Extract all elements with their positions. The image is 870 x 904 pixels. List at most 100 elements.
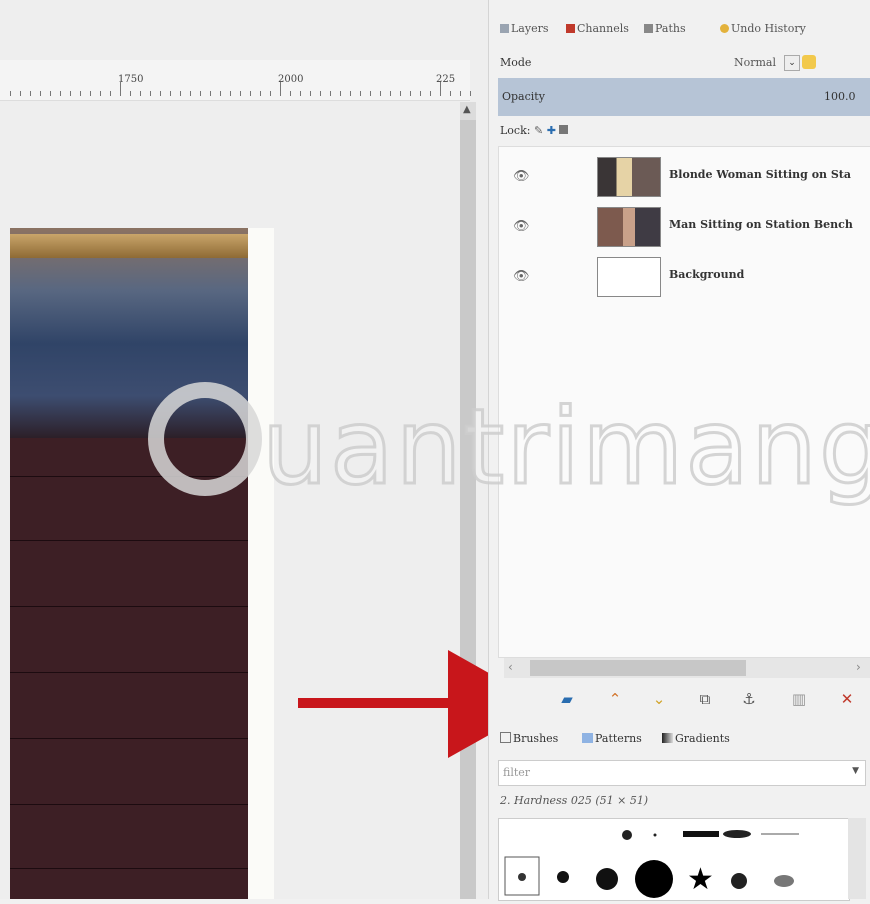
filter-dropdown-icon[interactable]: ▼	[852, 766, 859, 776]
layer-row-man-sitting[interactable]: 👁 Man Sitting on Station Bench	[499, 201, 870, 251]
ruler-tick	[450, 91, 451, 96]
tab-gradients[interactable]: Gradients	[662, 732, 730, 745]
layer-button-bar: ▰ ⌃ ⌄ ⧉ ⚓ ▥ ✕	[498, 684, 870, 714]
lock-position-icon[interactable]: ✚	[547, 124, 556, 137]
watermark-bulb-icon	[148, 382, 262, 496]
raise-layer-icon[interactable]: ⌃	[604, 688, 626, 710]
gradients-icon	[662, 733, 673, 743]
ruler-tick	[300, 91, 301, 96]
delete-layer-icon[interactable]: ✕	[836, 688, 858, 710]
opacity-slider[interactable]: Opacity 100.0	[498, 78, 870, 116]
brush-scrollbar[interactable]	[848, 818, 866, 899]
ruler-tick	[50, 91, 51, 96]
ruler-tick	[240, 91, 241, 96]
tab-undo-history[interactable]: Undo History	[720, 22, 806, 35]
layer-name: Background	[669, 268, 745, 281]
opacity-label: Opacity	[502, 90, 545, 103]
layer-thumbnail	[597, 257, 661, 297]
tab-layers[interactable]: Layers	[500, 22, 549, 35]
tab-label: Patterns	[595, 732, 642, 745]
eye-icon[interactable]: 👁	[513, 169, 530, 184]
ruler-tick	[30, 91, 31, 96]
ruler-tick	[10, 91, 11, 96]
ruler-tick	[280, 82, 281, 96]
new-layer-group-icon[interactable]: ▰	[556, 688, 578, 710]
brush-medium	[557, 871, 569, 883]
brush-previews: ★	[504, 830, 799, 898]
tab-brushes[interactable]: Brushes	[500, 732, 558, 745]
ruler-tick	[160, 91, 161, 96]
channels-icon	[566, 24, 575, 33]
bench-plank-line	[10, 606, 248, 607]
ruler-tick	[400, 91, 401, 96]
ruler-tick	[220, 91, 221, 96]
ruler-label: 2000	[278, 74, 304, 85]
brush-dot	[653, 833, 657, 837]
tab-label: Gradients	[675, 732, 730, 745]
lower-layer-icon[interactable]: ⌄	[648, 688, 670, 710]
ruler-tick	[130, 91, 131, 96]
patterns-icon	[582, 733, 593, 743]
paths-icon	[644, 24, 653, 33]
ruler-tick	[250, 91, 251, 96]
image-rail	[10, 234, 248, 258]
tab-label: Undo History	[731, 22, 806, 35]
lock-pixels-icon[interactable]: ✎	[534, 124, 543, 137]
ruler-tick	[140, 91, 141, 96]
ruler-tick	[180, 91, 181, 96]
scroll-right-icon[interactable]: ›	[856, 660, 861, 674]
ruler-tick	[360, 91, 361, 96]
brush-large	[596, 868, 618, 890]
layer-image	[10, 228, 250, 899]
ruler-tick	[80, 91, 81, 96]
bench-plank-line	[10, 738, 248, 739]
brush-soft-small	[622, 830, 632, 840]
scroll-up-icon[interactable]: ▲	[463, 104, 471, 115]
ruler-tick	[20, 91, 21, 96]
undo-history-icon	[720, 24, 729, 33]
tab-patterns[interactable]: Patterns	[582, 732, 642, 745]
canvas-scroll-thumb[interactable]	[460, 120, 476, 899]
layer-name: Man Sitting on Station Bench	[669, 218, 853, 231]
eye-icon[interactable]: 👁	[513, 219, 530, 234]
brush-filter-input[interactable]: filter ▼	[498, 760, 866, 786]
scroll-left-icon[interactable]: ‹	[508, 660, 513, 674]
canvas-white-edge	[248, 228, 274, 899]
opacity-value[interactable]: 100.0	[824, 90, 856, 103]
ruler-tick	[230, 91, 231, 96]
tab-channels[interactable]: Channels	[566, 22, 629, 35]
lock-alpha-icon[interactable]	[559, 125, 569, 134]
ruler-tick	[440, 82, 441, 96]
selected-brush-name: 2. Hardness 025 (51 × 51)	[500, 794, 649, 807]
layer-row-background[interactable]: 👁 Background	[499, 251, 870, 301]
ruler-tick	[390, 91, 391, 96]
ruler-tick	[290, 91, 291, 96]
layers-icon	[500, 24, 509, 33]
mode-select[interactable]: Normal	[734, 56, 776, 69]
tab-label: Channels	[577, 22, 629, 35]
tab-paths[interactable]: Paths	[644, 22, 686, 35]
ruler-tick	[270, 91, 271, 96]
tab-label: Paths	[655, 22, 686, 35]
layer-row-blonde-woman[interactable]: 👁 Blonde Woman Sitting on Sta	[499, 151, 870, 201]
mode-dropdown-icon[interactable]: ⌄	[784, 55, 800, 71]
ruler-tick	[200, 91, 201, 96]
duplicate-layer-icon[interactable]: ⧉	[694, 688, 716, 710]
brush-texture	[774, 875, 794, 887]
watermark-text: uantrimang	[261, 386, 870, 508]
ruler-tick	[420, 91, 421, 96]
eye-icon[interactable]: 👁	[513, 269, 530, 284]
ruler-tick	[470, 91, 471, 96]
ruler-tick	[40, 91, 41, 96]
layers-scroll-thumb[interactable]	[530, 660, 746, 676]
mask-icon[interactable]: ▥	[788, 688, 810, 710]
ruler-tick	[100, 91, 101, 96]
tab-label: Layers	[511, 22, 549, 35]
ruler-tick	[320, 91, 321, 96]
switch-icon[interactable]	[802, 55, 816, 69]
brush-ellipse	[723, 830, 751, 838]
ruler-tick	[210, 91, 211, 96]
anchor-layer-icon[interactable]: ⚓	[738, 688, 760, 710]
ruler-tick	[190, 91, 191, 96]
horizontal-ruler: 1750 2000 225	[0, 60, 471, 101]
